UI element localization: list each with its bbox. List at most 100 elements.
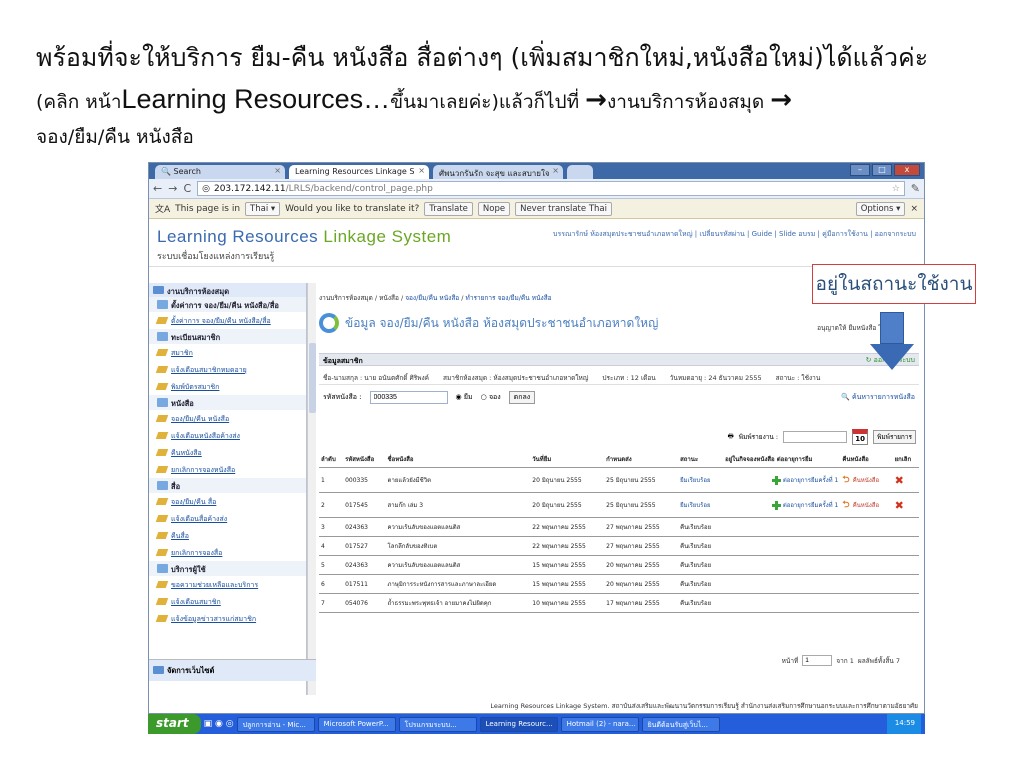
clock[interactable]: 14:59 — [895, 719, 915, 727]
ok-button[interactable]: ตกลง — [508, 390, 536, 404]
taskbar-item[interactable]: Learning Resourc... — [479, 716, 558, 732]
cell-due-date: 20 พฤษภาคม 2555 — [604, 555, 679, 575]
close-icon[interactable]: × — [418, 166, 425, 175]
sidebar-item[interactable]: แจ้งเตือนหนังสือค้างส่ง — [149, 427, 306, 444]
user-menu[interactable]: บรรณารักษ์ ห้องสมุดประชาชนอำเภอหาดใหญ่ |… — [553, 229, 916, 240]
sidebar-section[interactable]: หนังสือ — [149, 395, 306, 410]
taskbar-item[interactable]: Microsoft PowerP... — [317, 716, 396, 732]
add-icon[interactable] — [771, 501, 781, 510]
nope-button[interactable]: Nope — [477, 201, 511, 216]
cell-cancel[interactable]: ✖ — [892, 492, 919, 518]
sidebar-item[interactable]: จอง/ยืม/คืน สื่อ — [149, 493, 306, 510]
reload-icon[interactable]: C — [183, 182, 191, 195]
find-books-link[interactable]: 🔍 ค้นหารายการหนังสือ — [841, 392, 915, 403]
instruction-part-c: งานบริการห้องสมุด — [606, 91, 771, 113]
breadcrumb-link-transaction[interactable]: ทำรายการ จอง/ยืม/คืน หนังสือ — [466, 294, 552, 302]
sidebar-section[interactable]: ทะเบียนสมาชิก — [149, 329, 306, 344]
sidebar-header[interactable]: งานบริการห้องสมุด — [149, 283, 306, 297]
cell-renew[interactable]: ต่ออายุการยืมครั้งที่ 1 — [723, 467, 841, 493]
close-icon[interactable]: × — [910, 204, 918, 214]
taskbar-item[interactable]: โปรแกรมระบบ... — [398, 716, 477, 732]
return-book-link[interactable]: คืนหนังสือ — [853, 477, 879, 484]
sidebar-footer[interactable]: จัดการเว็บไซต์ — [149, 659, 316, 681]
page-input[interactable] — [802, 655, 833, 666]
taskbar-item[interactable]: ปลูกการอ่าน - Mic... — [236, 716, 315, 732]
cell-return[interactable]: ⮌ คืนหนังสือ — [840, 492, 893, 518]
quicklaunch-icons[interactable]: ▣ ◉ ◎ — [204, 719, 234, 729]
member-bar: ข้อมูลสมาชิก ↻ ออกจากระบบ — [319, 353, 919, 366]
cell-borrow-date: 22 พฤษภาคม 2555 — [530, 517, 605, 537]
sidebar-item[interactable]: จอง/ยืม/คืน หนังสือ — [149, 410, 306, 427]
cell-title: โลกลึกลับของทิเบต — [385, 536, 531, 556]
sidebar-item[interactable]: ตั้งค่าการ จอง/ยืม/คืน หนังสือ/สื่อ — [149, 312, 306, 329]
never-translate-button[interactable]: Never translate Thai — [515, 201, 612, 216]
address-bar[interactable]: ◎ 203.172.142.11/LRLS/backend/control_pa… — [197, 181, 905, 196]
sidebar-section[interactable]: บริการผู้ใช้ — [149, 561, 306, 576]
return-arrow-icon[interactable]: ⮌ — [842, 500, 852, 510]
cell-return[interactable]: ⮌ คืนหนังสือ — [840, 467, 893, 493]
sidebar-section[interactable]: สื่อ — [149, 478, 306, 493]
sidebar-item[interactable]: แจ้งข้อมูลข่าวสารแก่สมาชิก — [149, 610, 306, 627]
close-icon[interactable]: × — [274, 166, 281, 175]
forward-icon[interactable]: → — [168, 182, 177, 195]
sidebar-item[interactable]: คืนสื่อ — [149, 527, 306, 544]
member-info: ชื่อ-นามสกุล : นาย อนันตศักดิ์ ศิริพงค์ … — [319, 371, 919, 385]
renew-link[interactable]: ต่ออายุการยืมครั้งที่ 1 — [783, 477, 839, 484]
tab-learning-resources[interactable]: Learning Resources Linkage S × — [289, 165, 429, 179]
scrollbar-thumb[interactable] — [309, 343, 316, 413]
sidebar-item-label: สมาชิก — [171, 349, 193, 357]
sidebar-item[interactable]: แจ้งเตือนสมาชิก — [149, 593, 306, 610]
new-tab-button[interactable] — [567, 165, 593, 179]
folder-icon — [153, 286, 164, 294]
wrench-icon[interactable]: ✎ — [911, 182, 920, 195]
options-button[interactable]: Options ▾ — [855, 201, 906, 216]
cell-return — [840, 574, 893, 594]
delete-icon[interactable]: ✖ — [895, 499, 904, 512]
return-arrow-icon[interactable]: ⮌ — [842, 475, 852, 485]
close-icon[interactable]: × — [552, 166, 559, 175]
sidebar-item[interactable]: ขอความช่วยเหลือและบริการ — [149, 576, 306, 593]
print-report-button[interactable]: พิมพ์รายการ — [873, 430, 916, 444]
print-date-input[interactable] — [783, 431, 848, 443]
back-icon[interactable]: ← — [153, 182, 162, 195]
sidebar-item[interactable]: แจ้งเตือนสื่อค้างส่ง — [149, 510, 306, 527]
app-title[interactable]: Learning Resources Linkage System — [157, 227, 451, 247]
breadcrumb-link-borrow[interactable]: จอง/ยืม/คืน หนังสือ — [405, 294, 459, 302]
cell-title: ความเร้นลับของแอตแลนติส — [385, 555, 531, 575]
translate-button[interactable]: Translate — [424, 201, 473, 216]
radio-reserve[interactable]: ○ จอง — [481, 392, 501, 403]
cell-no: 3 — [319, 517, 344, 537]
cell-no: 7 — [319, 593, 344, 613]
maximize-icon[interactable]: □ — [872, 164, 892, 176]
sidebar-item[interactable]: ยกเลิกการจองสื่อ — [149, 544, 306, 561]
add-icon[interactable] — [771, 476, 781, 485]
sidebar-item[interactable]: แจ้งเตือนสมาชิกหมดอายุ — [149, 361, 306, 378]
radio-borrow[interactable]: ◉ ยืม — [456, 392, 473, 403]
start-button[interactable]: start — [148, 714, 201, 734]
book-code-input[interactable] — [369, 390, 448, 404]
taskbar-item[interactable]: Hotmail (2) - nara... — [560, 716, 639, 732]
cell-return — [840, 536, 893, 556]
cell-cancel[interactable]: ✖ — [892, 467, 919, 493]
renew-link[interactable]: ต่ออายุการยืมครั้งที่ 1 — [783, 502, 839, 509]
tab-third[interactable]: ศัพนวกรันรัก จะสุข และสบายใจ × — [433, 165, 563, 179]
cell-renew[interactable]: ต่ออายุการยืมครั้งที่ 1 — [723, 492, 841, 518]
close-window-icon[interactable]: x — [894, 164, 920, 176]
sidebar-section[interactable]: ตั้งค่าการ จอง/ยืม/คืน หนังสือ/สื่อ — [149, 297, 306, 312]
sidebar-item[interactable]: คืนหนังสือ — [149, 444, 306, 461]
minimize-icon[interactable]: – — [850, 164, 870, 176]
sidebar-item[interactable]: ยกเลิกการจองหนังสือ — [149, 461, 306, 478]
sidebar-scrollbar[interactable] — [307, 283, 316, 695]
cell-renew — [723, 593, 841, 613]
member-expire: วันหมดอายุ : 24 ธันวาคม 2555 — [669, 374, 762, 382]
return-book-link[interactable]: คืนหนังสือ — [853, 502, 879, 509]
sidebar-item[interactable]: พิมพ์บัตรสมาชิก — [149, 378, 306, 395]
calendar-icon[interactable]: 10 — [852, 429, 869, 445]
taskbar-item[interactable]: ยินดีต้อนรับสู่เว็บไ... — [641, 716, 720, 732]
tab-search[interactable]: 🔍 Search × — [155, 165, 285, 179]
delete-icon[interactable]: ✖ — [895, 474, 904, 487]
slide-instruction-line3: จอง/ยืม/คืน หนังสือ — [36, 126, 194, 148]
language-select[interactable]: Thai ▾ — [245, 201, 281, 216]
star-icon[interactable]: ☆ — [892, 184, 900, 194]
sidebar-item[interactable]: สมาชิก — [149, 344, 306, 361]
